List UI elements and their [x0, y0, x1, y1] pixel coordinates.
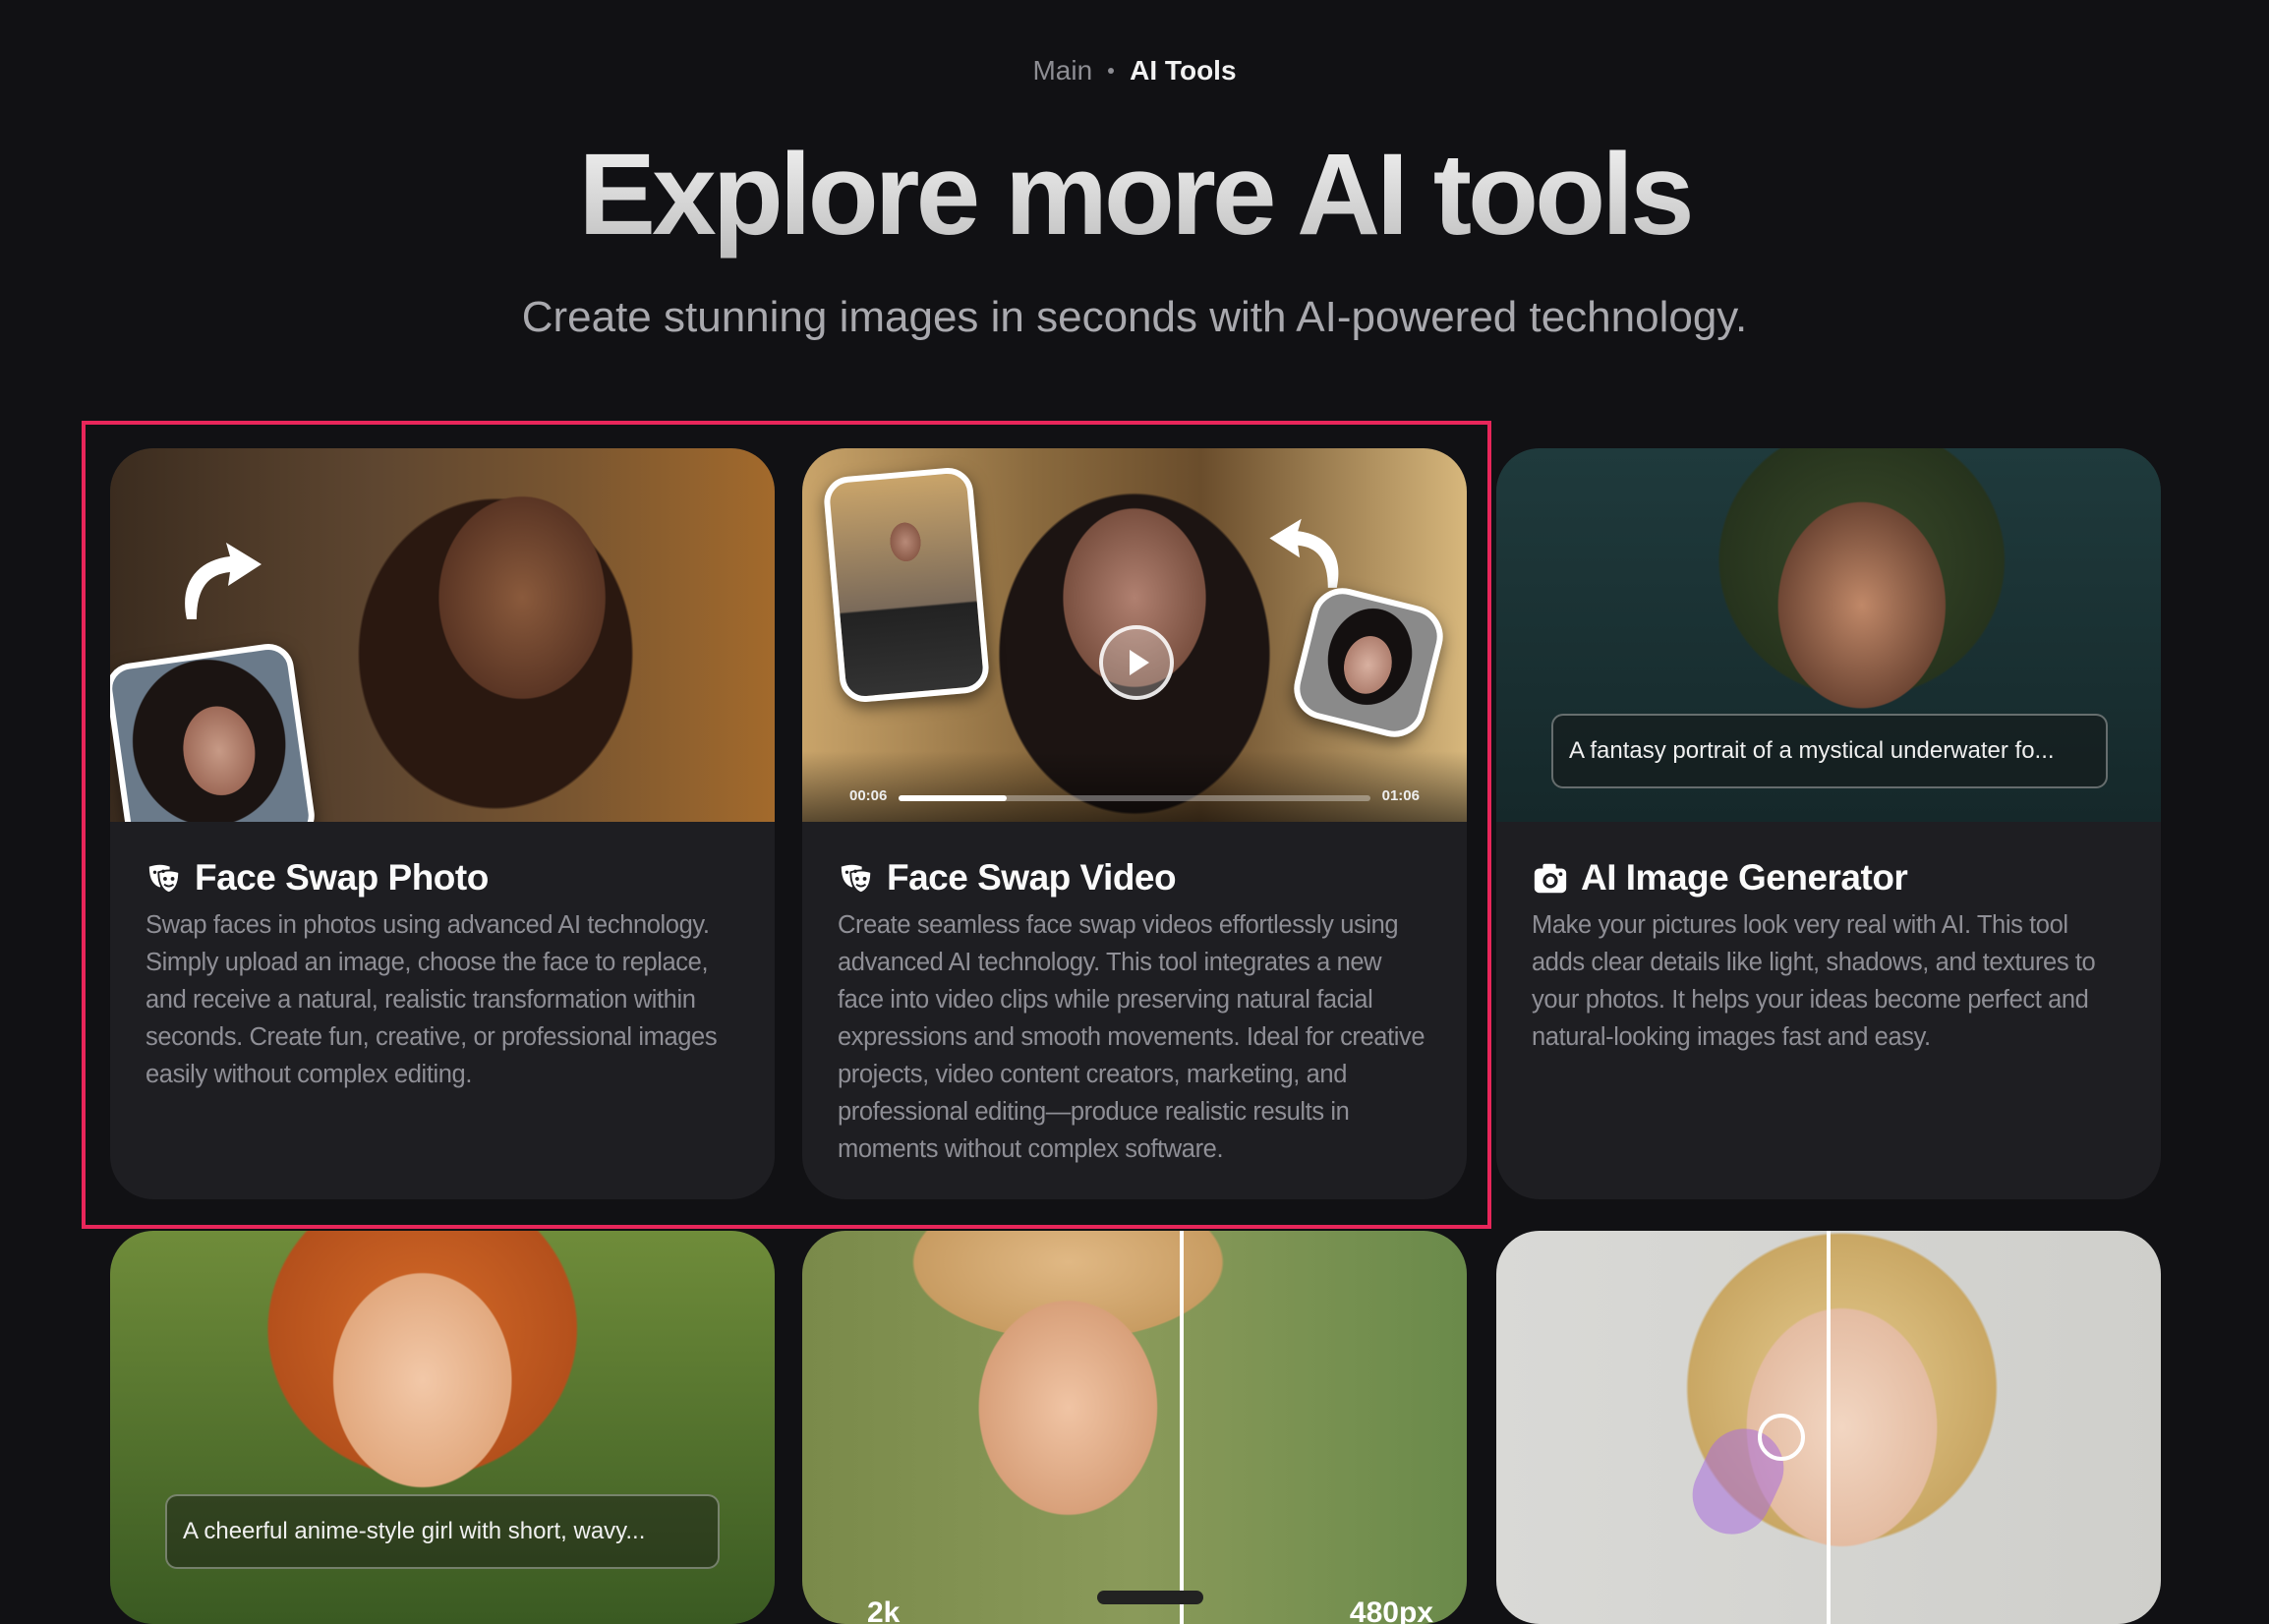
- theater-masks-icon: [841, 864, 873, 895]
- tool-card-face-swap-video[interactable]: 00:06 01:06 Face Swap Video Create seaml…: [802, 448, 1467, 1199]
- card-video-preview: 00:06 01:06: [802, 448, 1467, 822]
- source-face-thumbnail: [110, 640, 319, 822]
- card-description: Swap faces in photos using advanced AI t…: [145, 911, 718, 1088]
- resolution-label-before: 2k: [867, 1596, 901, 1624]
- card-image: [1496, 1231, 2161, 1624]
- video-progress-fill: [899, 795, 1008, 801]
- play-button[interactable]: [1099, 625, 1174, 700]
- breadcrumb-current: AI Tools: [1130, 55, 1237, 86]
- card-image: 2k 480px: [802, 1231, 1467, 1624]
- tool-card-face-swap-photo[interactable]: Face Swap Photo Swap faces in photos usi…: [110, 448, 775, 1199]
- card-image: A fantasy portrait of a mystical underwa…: [1496, 448, 2161, 822]
- compare-divider[interactable]: [1827, 1231, 1831, 1624]
- tool-card-upscaler[interactable]: 2k 480px: [802, 1231, 1467, 1624]
- swap-arrow-icon: [1269, 518, 1339, 588]
- card-title: AI Image Generator: [1581, 857, 1908, 898]
- page-title: Explore more AI tools: [0, 128, 2269, 261]
- resolution-label-after: 480px: [1349, 1596, 1433, 1624]
- video-duration: 01:06: [1381, 787, 1420, 804]
- tool-card-retouch[interactable]: [1496, 1231, 2161, 1624]
- breadcrumb-separator: [1108, 67, 1115, 74]
- card-title: Face Swap Video: [887, 857, 1177, 898]
- target-face-thumbnail: [1287, 581, 1450, 744]
- video-progress-bar[interactable]: [899, 795, 1370, 801]
- camera-icon: [1534, 863, 1567, 894]
- card-image: A cheerful anime-style girl with short, …: [110, 1231, 775, 1624]
- source-video-thumbnail: [822, 465, 991, 705]
- card-title: Face Swap Photo: [195, 857, 489, 898]
- swap-arrow-icon: [185, 543, 262, 619]
- card-description: Make your pictures look very real with A…: [1532, 911, 2096, 1051]
- video-controls: 00:06 01:06: [802, 751, 1467, 822]
- theater-masks-icon: [148, 864, 181, 895]
- tool-card-ai-image-generator[interactable]: A fantasy portrait of a mystical underwa…: [1496, 448, 2161, 1199]
- card-image: [110, 448, 775, 822]
- compare-divider[interactable]: [1180, 1231, 1184, 1624]
- page-subtitle: Create stunning images in seconds with A…: [521, 293, 1748, 341]
- tool-card-anime[interactable]: A cheerful anime-style girl with short, …: [110, 1231, 775, 1624]
- prompt-preview: A fantasy portrait of a mystical underwa…: [1551, 714, 2108, 788]
- video-current-time: 00:06: [849, 787, 888, 804]
- breadcrumb-main-link[interactable]: Main: [1032, 55, 1092, 86]
- card-description: Create seamless face swap videos effortl…: [838, 911, 1425, 1163]
- breadcrumb: Main AI Tools: [0, 55, 2269, 87]
- brush-cursor: [1758, 1414, 1805, 1461]
- compare-handle[interactable]: [1097, 1591, 1203, 1604]
- prompt-preview: A cheerful anime-style girl with short, …: [165, 1494, 720, 1569]
